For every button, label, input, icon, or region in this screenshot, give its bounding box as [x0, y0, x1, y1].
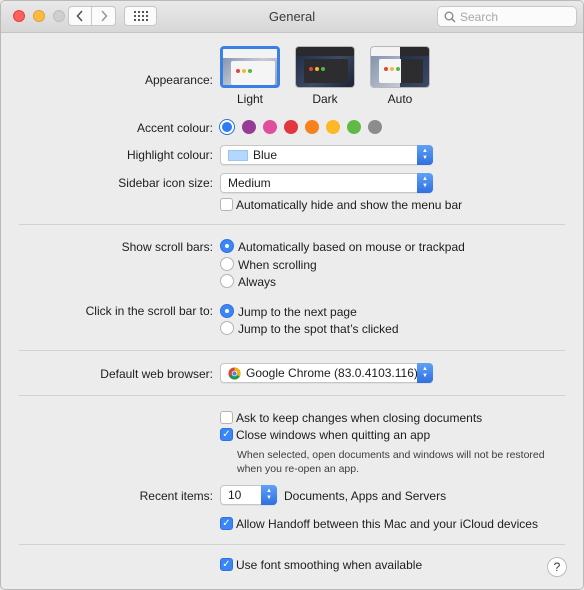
- jump-to-spot-label: Jump to the spot that’s clicked: [238, 322, 399, 336]
- appearance-auto-label: Auto: [387, 92, 413, 106]
- auto-preview-icon: [384, 67, 400, 71]
- chrome-icon: [228, 366, 241, 380]
- popup-arrows-icon: ▲ ▼: [261, 485, 277, 505]
- ask-keep-changes-label: Ask to keep changes when closing documen…: [236, 411, 483, 425]
- close-windows-checkbox[interactable]: ✓: [220, 428, 233, 441]
- sidebar-icon-size-value: Medium: [228, 176, 271, 190]
- recent-items-popup[interactable]: 10 ▲ ▼: [220, 485, 277, 505]
- menu-bar-label: Automatically hide and show the menu bar: [236, 198, 463, 212]
- scroll-bars-always-radio[interactable]: [220, 274, 234, 288]
- ask-keep-changes-checkbox[interactable]: [220, 411, 233, 424]
- appearance-label: Appearance:: [144, 73, 213, 87]
- popup-arrows-icon: ▲ ▼: [417, 173, 433, 193]
- jump-next-page-radio[interactable]: [220, 304, 234, 318]
- accent-yellow-swatch[interactable]: [326, 120, 340, 134]
- default-browser-label: Default web browser:: [100, 367, 213, 381]
- scroll-bars-auto-radio[interactable]: [220, 239, 234, 253]
- accent-pink-swatch[interactable]: [263, 120, 277, 134]
- popup-arrows-icon: ▲ ▼: [417, 145, 433, 165]
- search-placeholder: Search: [460, 9, 499, 24]
- highlight-colour-value: Blue: [253, 148, 278, 162]
- jump-to-spot-radio[interactable]: [220, 321, 234, 335]
- divider: [19, 395, 565, 396]
- sidebar-icon-size-popup[interactable]: Medium ▲ ▼: [220, 173, 433, 193]
- scroll-bars-when-scrolling-radio[interactable]: [220, 257, 234, 271]
- appearance-dark-label: Dark: [312, 92, 338, 106]
- jump-next-page-label: Jump to the next page: [238, 305, 357, 319]
- font-smoothing-label: Use font smoothing when available: [236, 558, 423, 572]
- general-preferences-window: General Search Appearance: Light Dark Au…: [0, 0, 584, 590]
- help-button[interactable]: ?: [547, 557, 567, 577]
- show-scroll-bars-label: Show scroll bars:: [121, 240, 213, 254]
- search-field[interactable]: Search: [437, 6, 577, 27]
- handoff-label: Allow Handoff between this Mac and your …: [236, 517, 538, 531]
- click-scroll-bar-label: Click in the scroll bar to:: [85, 304, 213, 318]
- appearance-light-option[interactable]: [220, 46, 280, 88]
- default-browser-popup[interactable]: Google Chrome (83.0.4103.116) ▲ ▼: [220, 363, 433, 383]
- highlight-swatch: [228, 149, 248, 161]
- close-windows-label: Close windows when quitting an app: [236, 428, 431, 442]
- divider: [19, 350, 565, 351]
- divider: [19, 224, 565, 225]
- accent-orange-swatch[interactable]: [305, 120, 319, 134]
- appearance-light-label: Light: [236, 92, 264, 106]
- dark-preview-icon: [309, 67, 325, 71]
- recent-items-suffix: Documents, Apps and Servers: [284, 489, 447, 503]
- highlight-colour-popup[interactable]: Blue ▲ ▼: [220, 145, 433, 165]
- appearance-dark-option[interactable]: [295, 46, 355, 88]
- scroll-bars-when-scrolling-label: When scrolling: [238, 258, 317, 272]
- handoff-checkbox[interactable]: ✓: [220, 517, 233, 530]
- default-browser-value: Google Chrome (83.0.4103.116): [246, 366, 418, 380]
- title-bar: General Search: [1, 1, 583, 33]
- accent-purple-swatch[interactable]: [242, 120, 256, 134]
- menu-bar-checkbox[interactable]: [220, 198, 233, 211]
- font-smoothing-checkbox[interactable]: ✓: [220, 558, 233, 571]
- sidebar-icon-size-label: Sidebar icon size:: [118, 176, 213, 190]
- recent-items-value: 10: [228, 488, 242, 502]
- recent-items-label: Recent items:: [139, 489, 213, 503]
- search-icon: [444, 11, 456, 23]
- accent-colour-label: Accent colour:: [136, 121, 213, 135]
- scroll-bars-always-label: Always: [238, 275, 277, 289]
- accent-green-swatch[interactable]: [347, 120, 361, 134]
- accent-graphite-swatch[interactable]: [368, 120, 382, 134]
- light-preview-icon: [236, 69, 252, 73]
- appearance-auto-option[interactable]: [370, 46, 430, 88]
- divider: [19, 544, 565, 545]
- popup-arrows-icon: ▲ ▼: [417, 363, 433, 383]
- scroll-bars-auto-label: Automatically based on mouse or trackpad: [238, 240, 465, 254]
- highlight-colour-label: Highlight colour:: [126, 148, 213, 162]
- close-windows-note: When selected, open documents and window…: [237, 449, 545, 475]
- accent-blue-swatch[interactable]: [220, 120, 234, 134]
- accent-red-swatch[interactable]: [284, 120, 298, 134]
